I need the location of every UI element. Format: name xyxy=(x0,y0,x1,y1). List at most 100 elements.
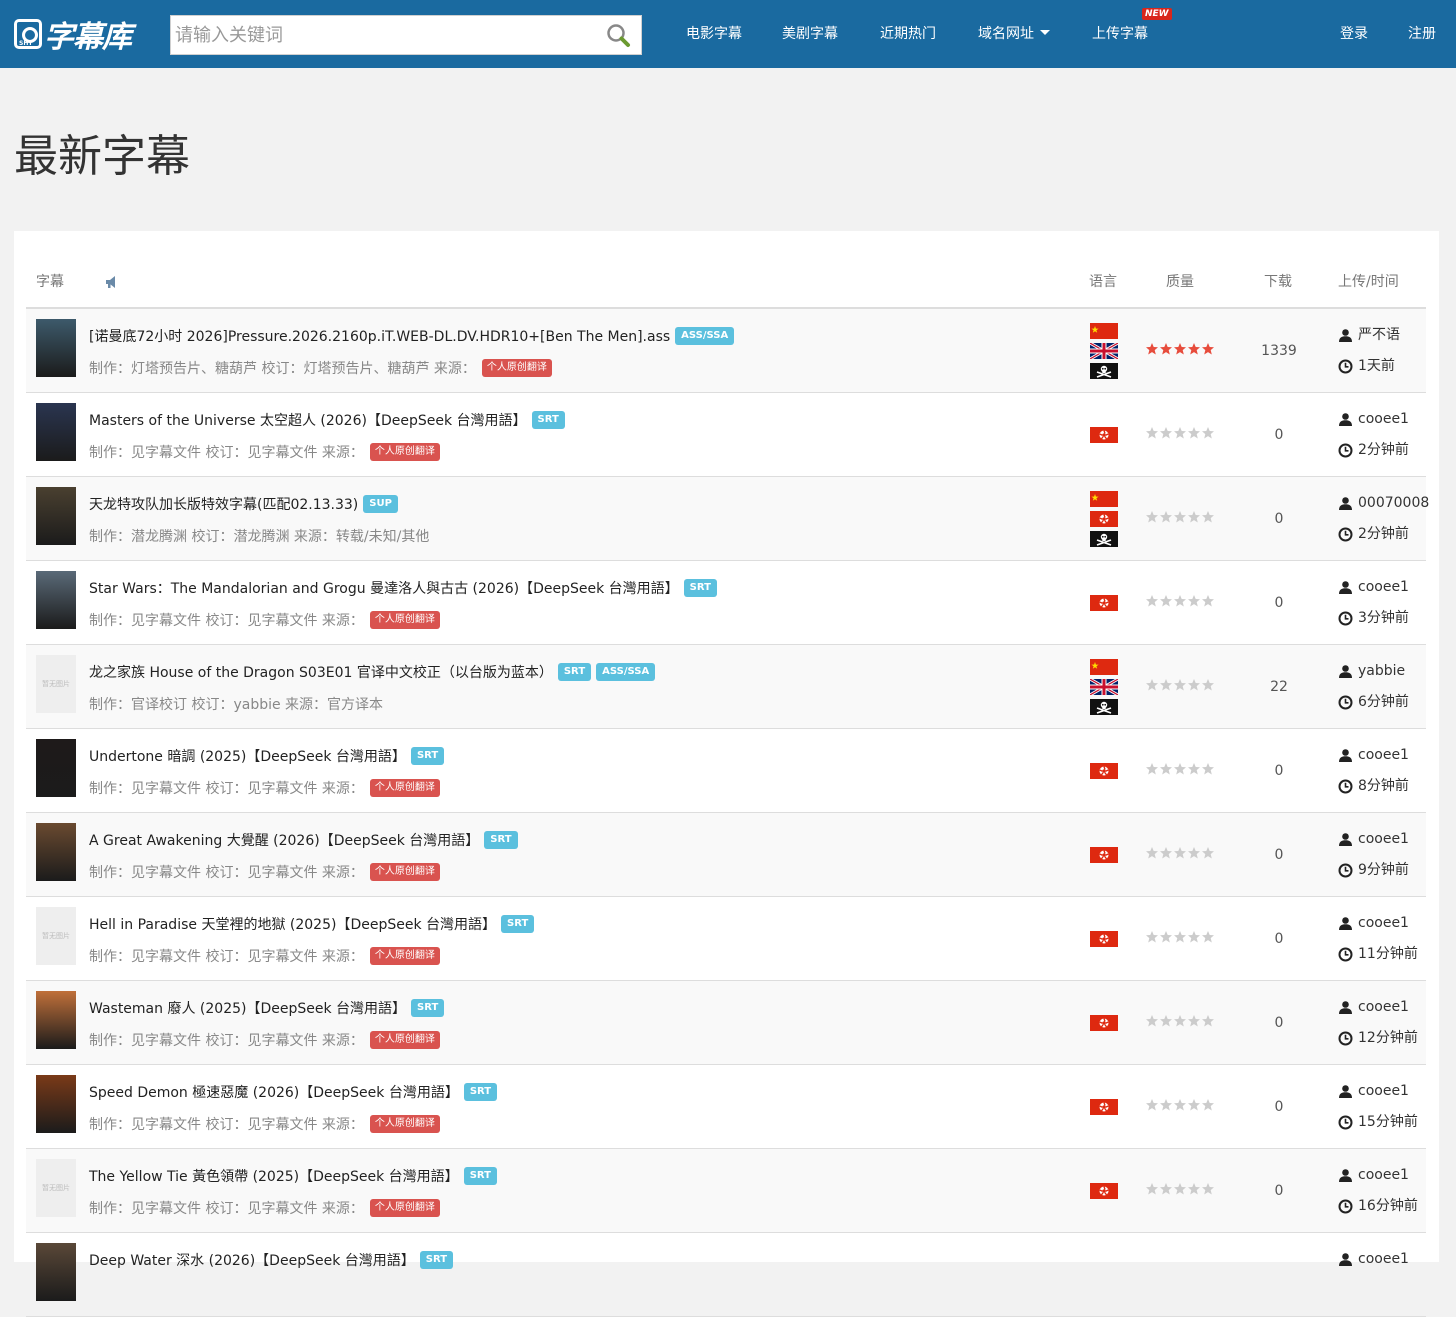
clock-icon xyxy=(1338,863,1353,877)
uploader: yabbie xyxy=(1338,660,1405,682)
format-tag: SRT xyxy=(419,1251,454,1269)
flag-hongkong-icon xyxy=(1090,847,1118,863)
subtitle-title-link[interactable]: 龙之家族 House of the Dragon S03E01 官译中文校正（以… xyxy=(89,662,553,682)
subtitle-title-link[interactable]: Speed Demon 極速惡魔 (2026)【DeepSeek 台灣用語】 xyxy=(89,1082,459,1102)
subtitle-title-link[interactable]: Wasteman 廢人 (2025)【DeepSeek 台灣用語】 xyxy=(89,998,406,1018)
subtitle-meta: 制作：见字幕文件 校订：见字幕文件 来源： 个人原创翻译 xyxy=(89,861,440,883)
star-icon xyxy=(1146,595,1158,607)
poster-thumbnail[interactable] xyxy=(36,319,76,377)
poster-thumbnail[interactable] xyxy=(36,991,76,1049)
subtitle-title-link[interactable]: Undertone 暗調 (2025)【DeepSeek 台灣用語】 xyxy=(89,746,406,766)
uploader-name-link[interactable]: cooee1 xyxy=(1358,1248,1409,1270)
subtitle-title-link[interactable]: Hell in Paradise 天堂裡的地獄 (2025)【DeepSeek … xyxy=(89,914,496,934)
meta-text: 制作：见字幕文件 校订：见字幕文件 来源： xyxy=(89,1117,364,1133)
meta-text: 制作：潜龙腾渊 校订：潜龙腾渊 来源：转载/未知/其他 xyxy=(89,529,430,545)
poster-thumbnail[interactable] xyxy=(36,487,76,545)
star-icon xyxy=(1160,343,1172,355)
subtitle-title-link[interactable]: 天龙特攻队加长版特效字幕(匹配02.13.33) xyxy=(89,494,358,514)
original-translation-badge: 个人原创翻译 xyxy=(369,863,440,881)
subtitle-title-link[interactable]: The Yellow Tie 黃色領帶 (2025)【DeepSeek 台灣用語… xyxy=(89,1166,459,1186)
subtitle-title-link[interactable]: Masters of the Universe 太空超人 (2026)【Deep… xyxy=(89,410,527,430)
upload-time: 1天前 xyxy=(1338,355,1395,377)
uploader-name-link[interactable]: cooee1 xyxy=(1358,912,1409,934)
language-flags xyxy=(1090,1015,1118,1035)
star-icon xyxy=(1160,763,1172,775)
star-icon xyxy=(1146,931,1158,943)
star-icon xyxy=(1174,511,1186,523)
uploader-name-link[interactable]: cooee1 xyxy=(1358,1080,1409,1102)
uploader: cooee1 xyxy=(1338,408,1409,430)
subtitle-title-link[interactable]: Star Wars：The Mandalorian and Grogu 曼達洛人… xyxy=(89,578,679,598)
flag-hongkong-icon xyxy=(1090,1183,1118,1199)
nav-trending[interactable]: 近期热门 xyxy=(880,24,936,44)
star-icon xyxy=(1160,595,1172,607)
nav-upload[interactable]: 上传字幕 xyxy=(1092,24,1148,44)
uploader: cooee1 xyxy=(1338,828,1409,850)
nav-movie-subtitles[interactable]: 电影字幕 xyxy=(686,24,742,44)
search-icon[interactable] xyxy=(605,22,633,50)
format-tag: ASS/SSA xyxy=(596,663,656,681)
subtitle-meta: 制作：潜龙腾渊 校订：潜龙腾渊 来源：转载/未知/其他 xyxy=(89,525,429,547)
megaphone-icon[interactable] xyxy=(104,274,120,290)
uploader-name-link[interactable]: cooee1 xyxy=(1358,828,1409,850)
flag-hongkong-icon xyxy=(1090,595,1118,611)
download-count: 0 xyxy=(1274,511,1284,527)
star-icon xyxy=(1188,679,1200,691)
subtitle-title-line: Undertone 暗調 (2025)【DeepSeek 台灣用語】 SRT xyxy=(89,745,445,767)
uploader-name-link[interactable]: cooee1 xyxy=(1358,576,1409,598)
col-language: 语言 xyxy=(1089,274,1117,290)
user-icon xyxy=(1339,748,1352,762)
no-image-placeholder[interactable]: 暂无图片 xyxy=(36,1159,76,1217)
flag-uk-icon xyxy=(1090,679,1118,695)
format-tag: SRT xyxy=(411,999,445,1017)
poster-thumbnail[interactable] xyxy=(36,1075,76,1133)
clock-icon xyxy=(1338,1031,1353,1045)
no-image-placeholder[interactable]: 暂无图片 xyxy=(36,907,76,965)
star-icon xyxy=(1202,1099,1214,1111)
subtitle-title-link[interactable]: Deep Water 深水 (2026)【DeepSeek 台灣用語】 xyxy=(89,1250,415,1270)
uploader-name-link[interactable]: cooee1 xyxy=(1358,408,1409,430)
subtitle-title-link[interactable]: [诺曼底72小时 2026]Pressure.2026.2160p.iT.WEB… xyxy=(89,326,670,346)
star-icon xyxy=(1160,679,1172,691)
user-icon xyxy=(1339,1252,1352,1266)
quality-rating xyxy=(1145,846,1215,860)
uploader-name-link[interactable]: cooee1 xyxy=(1358,744,1409,766)
user-icon xyxy=(1339,1084,1352,1098)
uploader-name-link[interactable]: cooee1 xyxy=(1358,1164,1409,1186)
user-icon xyxy=(1339,412,1352,426)
poster-thumbnail[interactable] xyxy=(36,403,76,461)
upload-time-text: 8分钟前 xyxy=(1358,778,1409,794)
subtitle-title-line: 天龙特攻队加长版特效字幕(匹配02.13.33) SUP xyxy=(89,493,398,515)
site-logo[interactable]: SHT 字幕库 xyxy=(14,16,132,55)
nav-tv-subtitles[interactable]: 美剧字幕 xyxy=(782,24,838,44)
upload-time-text: 2分钟前 xyxy=(1358,526,1409,542)
user-icon xyxy=(1339,1168,1352,1182)
uploader-name-link[interactable]: cooee1 xyxy=(1358,996,1409,1018)
uploader-name-link[interactable]: 严不语 xyxy=(1358,324,1400,346)
poster-thumbnail[interactable] xyxy=(36,823,76,881)
star-icon xyxy=(1174,1183,1186,1195)
poster-thumbnail[interactable] xyxy=(36,1243,76,1301)
search-box xyxy=(170,15,642,55)
poster-thumbnail[interactable] xyxy=(36,571,76,629)
star-icon xyxy=(1188,763,1200,775)
login-link[interactable]: 登录 xyxy=(1340,24,1368,44)
format-tag: SRT xyxy=(463,1083,498,1101)
uploader-name-link[interactable]: yabbie xyxy=(1358,660,1405,682)
nav-domains-dropdown[interactable]: 域名网址 xyxy=(978,24,1050,44)
search-input[interactable] xyxy=(175,20,595,50)
quality-rating xyxy=(1145,1098,1215,1112)
register-link[interactable]: 注册 xyxy=(1408,24,1436,44)
table-row: 暂无图片 The Yellow Tie 黃色領帶 (2025)【DeepSeek … xyxy=(26,1149,1426,1233)
star-icon xyxy=(1146,1099,1158,1111)
star-icon xyxy=(1174,931,1186,943)
poster-thumbnail[interactable] xyxy=(36,739,76,797)
subtitle-title-line: [诺曼底72小时 2026]Pressure.2026.2160p.iT.WEB… xyxy=(89,325,735,347)
upload-time-text: 15分钟前 xyxy=(1358,1114,1418,1130)
uploader: 严不语 xyxy=(1338,324,1400,346)
table-row: 暂无图片 Hell in Paradise 天堂裡的地獄 (2025)【DeepS… xyxy=(26,897,1426,981)
subtitle-title-link[interactable]: A Great Awakening 大覺醒 (2026)【DeepSeek 台灣… xyxy=(89,830,479,850)
no-image-placeholder[interactable]: 暂无图片 xyxy=(36,655,76,713)
uploader-name-link[interactable]: 00070008 xyxy=(1358,492,1429,514)
language-flags xyxy=(1090,491,1118,551)
